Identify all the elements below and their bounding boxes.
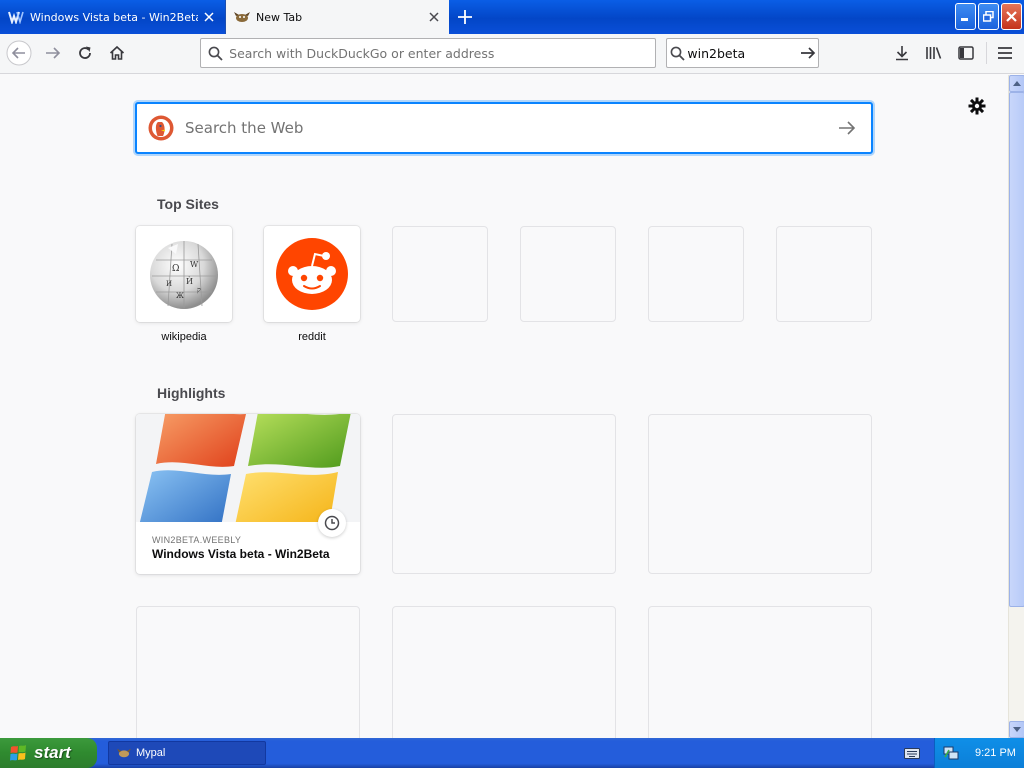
windows-flag-icon xyxy=(10,745,26,761)
download-icon xyxy=(896,46,908,61)
reload-button[interactable] xyxy=(70,38,100,68)
restore-button[interactable] xyxy=(978,3,999,30)
svg-text:Ω: Ω xyxy=(172,264,179,274)
scroll-up-arrow-icon[interactable] xyxy=(1009,75,1024,92)
taskbar-item-mypal[interactable]: Mypal xyxy=(108,741,266,765)
home-button[interactable] xyxy=(102,38,132,68)
top-site-empty xyxy=(520,226,616,322)
reload-icon xyxy=(79,46,91,59)
search-go-icon[interactable] xyxy=(798,46,818,60)
scroll-down-arrow-icon[interactable] xyxy=(1009,721,1024,738)
taskbar-clock: 9:21 PM xyxy=(975,747,1016,759)
address-bar[interactable] xyxy=(200,38,656,68)
keyboard-icon[interactable] xyxy=(904,746,920,760)
highlight-card-empty xyxy=(136,606,360,738)
tab-label: Windows Vista beta - Win2Beta xyxy=(30,10,198,24)
hamburger-menu-icon xyxy=(998,47,1012,59)
search-bar[interactable] xyxy=(666,38,819,68)
top-site-empty xyxy=(648,226,744,322)
back-button[interactable] xyxy=(4,38,34,68)
highlight-host: WIN2BETA.WEEBLY xyxy=(152,535,242,545)
highlight-title: Windows Vista beta - Win2Beta xyxy=(152,547,330,561)
svg-text:Ж: Ж xyxy=(176,292,184,300)
close-window-button[interactable] xyxy=(1001,3,1022,30)
restore-icon xyxy=(983,11,994,22)
search-icon xyxy=(201,46,229,61)
close-icon xyxy=(1006,11,1017,22)
close-icon[interactable] xyxy=(198,6,220,28)
web-search-box[interactable] xyxy=(135,102,873,154)
vertical-scrollbar[interactable] xyxy=(1008,75,1024,738)
wikipedia-globe-icon: Ω W И Ѝ ק Ж xyxy=(150,241,218,309)
sidebar-icon xyxy=(958,46,974,60)
highlight-card-empty xyxy=(648,606,872,738)
search-submit-arrow-icon[interactable] xyxy=(823,120,871,136)
system-tray: 9:21 PM xyxy=(934,738,1024,768)
web-search-input[interactable] xyxy=(185,119,823,137)
duckduckgo-logo-icon xyxy=(137,115,185,141)
tab-win2beta[interactable]: Windows Vista beta - Win2Beta xyxy=(0,0,224,34)
top-sites-heading: Top Sites xyxy=(157,196,219,212)
top-site-label[interactable]: reddit xyxy=(264,331,360,343)
mypal-app-icon xyxy=(117,747,131,759)
taskbar-item-label: Mypal xyxy=(136,747,166,759)
toolbar-divider xyxy=(986,42,987,64)
highlights-heading: Highlights xyxy=(157,385,226,401)
search-icon xyxy=(667,46,687,61)
library-button[interactable] xyxy=(919,38,949,68)
new-tab-page: Top Sites Ω W И Ѝ ק Ж xyxy=(0,75,1008,738)
menu-button[interactable] xyxy=(990,38,1020,68)
library-icon xyxy=(926,47,942,59)
top-site-empty xyxy=(392,226,488,322)
tab-strip: Windows Vista beta - Win2Beta New Tab xyxy=(0,0,1024,34)
clock-icon xyxy=(318,509,346,537)
minimize-icon xyxy=(961,18,968,21)
close-icon[interactable] xyxy=(423,6,445,28)
top-site-label[interactable]: wikipedia xyxy=(136,331,232,343)
minimize-button[interactable] xyxy=(955,3,976,30)
mypal-favicon-icon xyxy=(234,9,250,25)
start-button[interactable]: start xyxy=(0,738,97,768)
highlight-card-empty xyxy=(392,414,616,574)
weebly-favicon-icon xyxy=(8,9,24,25)
search-input[interactable] xyxy=(687,45,798,61)
tab-new-tab[interactable]: New Tab xyxy=(225,0,449,34)
address-input[interactable] xyxy=(229,45,655,61)
top-site-empty xyxy=(776,226,872,322)
top-site-wikipedia[interactable]: Ω W И Ѝ ק Ж xyxy=(136,226,232,322)
settings-gear-button[interactable] xyxy=(966,95,988,117)
highlight-card[interactable]: WIN2BETA.WEEBLY Windows Vista beta - Win… xyxy=(136,414,360,574)
downloads-button[interactable] xyxy=(887,38,917,68)
top-site-reddit[interactable] xyxy=(264,226,360,322)
windows-logo-image xyxy=(136,414,360,522)
forward-arrow-icon xyxy=(46,47,61,59)
taskbar: start Mypal 9:21 PM xyxy=(0,738,1024,768)
highlight-card-empty xyxy=(392,606,616,738)
home-icon xyxy=(109,45,125,60)
tab-label: New Tab xyxy=(256,10,303,24)
scrollbar-thumb[interactable] xyxy=(1009,92,1024,607)
svg-text:Ѝ: Ѝ xyxy=(186,277,193,286)
navigation-toolbar xyxy=(0,34,1024,74)
sidebar-button[interactable] xyxy=(951,38,981,68)
new-tab-button[interactable] xyxy=(452,4,478,30)
start-label: start xyxy=(34,743,71,762)
plus-icon xyxy=(458,10,472,24)
svg-text:W: W xyxy=(190,260,199,269)
svg-text:И: И xyxy=(166,280,172,288)
back-arrow-icon xyxy=(6,40,32,66)
highlight-card-empty xyxy=(648,414,872,574)
network-icon[interactable] xyxy=(943,745,959,761)
forward-button[interactable] xyxy=(38,38,68,68)
svg-text:ק: ק xyxy=(197,286,201,294)
reddit-icon xyxy=(276,238,348,310)
gear-icon xyxy=(968,97,986,115)
